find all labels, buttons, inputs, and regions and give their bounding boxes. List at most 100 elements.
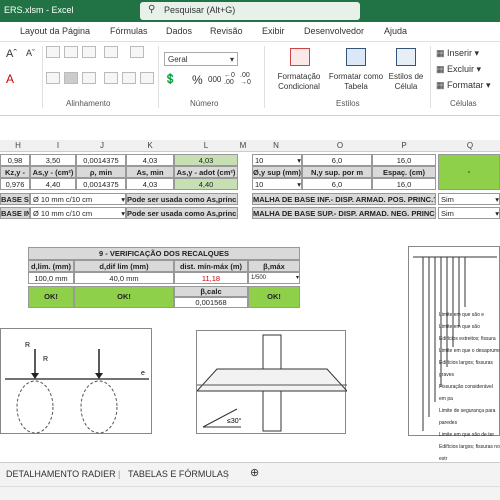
col-header[interactable]: Q (460, 141, 480, 150)
beta-calc-label: β,calc (174, 286, 248, 297)
format-table-icon[interactable] (346, 48, 366, 66)
cell-j2: ρ, min (76, 166, 126, 178)
number-format-select[interactable]: Geral ▾ (164, 52, 238, 66)
ok-1: OK! (28, 286, 74, 308)
cond-format-button[interactable]: Formatação Condicional (272, 72, 326, 92)
tab-detalhamento-radier[interactable]: DETALHAMENTO RADIER (6, 469, 116, 479)
base-sup-note: Pode ser usada como As,princ. (126, 193, 238, 205)
cell-h3[interactable]: 0,976 (0, 178, 30, 190)
col-header[interactable]: L (196, 141, 216, 150)
window-title: ERS.xlsm - Excel (4, 5, 74, 15)
cell-q-result[interactable]: - (438, 154, 500, 190)
col-header[interactable]: N (266, 141, 286, 150)
align-right-icon[interactable] (82, 72, 96, 84)
malha-sup-select[interactable]: Sim ▾ (438, 207, 500, 219)
decimal-decrease-icon[interactable]: .00 →0 (240, 72, 251, 86)
search-icon: ⚲ (148, 4, 156, 15)
align-top-icon[interactable] (46, 46, 60, 58)
group-estilos: Estilos (336, 99, 360, 108)
insert-button[interactable]: ▦ Inserir ▾ (436, 48, 479, 59)
cell-h1[interactable]: 0,98 (0, 154, 30, 166)
cell-l1[interactable]: 4,03 (174, 154, 238, 166)
settle-label: e (141, 370, 145, 377)
font-size-down-icon[interactable]: Aˇ (26, 48, 35, 58)
verif-v1[interactable]: 100,0 mm (28, 272, 74, 284)
percent-icon[interactable]: % (192, 73, 203, 87)
phi-sup-select[interactable]: 10 ▾ (252, 154, 302, 166)
cell-o2: N,y sup. por m (302, 166, 372, 178)
format-button[interactable]: ▦ Formatar ▾ (436, 80, 491, 91)
align-middle-icon[interactable] (64, 46, 78, 58)
verif-h1: d,lim. (mm) (28, 260, 74, 272)
col-header[interactable]: M (238, 141, 248, 150)
font-color-icon[interactable]: A (6, 72, 14, 86)
cell-p1[interactable]: 16,0 (372, 154, 436, 166)
cell-l3[interactable]: 4,40 (174, 178, 238, 190)
menu-exibir[interactable]: Exibir (262, 26, 285, 36)
menu-desenvolvedor[interactable]: Desenvolvedor (304, 26, 364, 36)
group-alinhamento: Alinhamento (66, 99, 111, 108)
base-inf-note: Pode ser usada como As,princ. (126, 207, 238, 219)
orientation-icon[interactable] (104, 46, 118, 58)
thousands-icon[interactable]: 000 (208, 75, 221, 84)
delete-button[interactable]: ▦ Excluir ▾ (436, 64, 481, 75)
cell-o1[interactable]: 6,0 (302, 154, 372, 166)
conditional-format-icon[interactable] (290, 48, 310, 66)
column-headers: H I J K L M N O P Q (0, 140, 500, 152)
col-header[interactable]: O (330, 141, 350, 150)
verif-v3[interactable]: 11,18 (174, 272, 248, 284)
font-size-icon[interactable]: Aˆ (6, 48, 17, 60)
verif-h3: dist. mín-máx (m) (174, 260, 248, 272)
force-label-2: R (43, 356, 48, 363)
ribbon: Aˆ Aˇ A Alinhamento Geral ▾ 💲 % 000 ←0.00… (0, 42, 500, 116)
cell-k3[interactable]: 4,03 (126, 178, 174, 190)
col-header[interactable]: I (48, 141, 68, 150)
cell-n2: Ø,y sup (mm) (252, 166, 302, 178)
format-table-button[interactable]: Formatar como Tabela (328, 72, 384, 92)
cell-j3[interactable]: 0,0014375 (76, 178, 126, 190)
menu-layout[interactable]: Layout da Página (20, 26, 90, 36)
align-center-icon[interactable] (64, 72, 78, 84)
cell-styles-icon[interactable] (396, 48, 416, 66)
add-sheet-icon[interactable]: ⊕ (250, 466, 259, 479)
indent-decrease-icon[interactable] (104, 72, 118, 84)
cell-j1[interactable]: 0,0014375 (76, 154, 126, 166)
cell-p3[interactable]: 16,0 (372, 178, 436, 190)
col-header[interactable]: H (8, 141, 28, 150)
align-bottom-icon[interactable] (82, 46, 96, 58)
merge-center-icon[interactable] (140, 72, 154, 84)
decimal-increase-icon[interactable]: ←0.00 (224, 72, 235, 86)
cell-i2: As,y - (cm²) (30, 166, 76, 178)
col-header[interactable]: P (394, 141, 414, 150)
cell-i3[interactable]: 4,40 (30, 178, 76, 190)
cell-h2: Kz,y - (0, 166, 30, 178)
align-left-icon[interactable] (46, 72, 60, 84)
indent-increase-icon[interactable] (122, 72, 136, 84)
tab-tabelas-formulas[interactable]: TABELAS E FÓRMULAS (128, 469, 229, 479)
cell-k1[interactable]: 4,03 (126, 154, 174, 166)
verif-v2[interactable]: 40,0 mm (74, 272, 174, 284)
malha-inf-select[interactable]: Sim ▾ (438, 193, 500, 205)
col-header[interactable]: J (92, 141, 112, 150)
verif-h2: d,dif lim (mm) (74, 260, 174, 272)
phi-inf-select[interactable]: 10 ▾ (252, 178, 302, 190)
col-header[interactable]: K (140, 141, 160, 150)
base-sup-select[interactable]: Ø 10 mm c/10 cm ▾ (30, 193, 126, 205)
force-label-1: R (25, 342, 30, 349)
menu-revisao[interactable]: Revisão (210, 26, 243, 36)
beta-calc-value[interactable]: 0,001568 (174, 297, 248, 308)
menu-ajuda[interactable]: Ajuda (384, 26, 407, 36)
damage-labels: Limite em que são e Limite em que são Ed… (439, 312, 500, 462)
cell-o3[interactable]: 6,0 (302, 178, 372, 190)
search-box[interactable]: ⚲ Pesquisar (Alt+G) (140, 2, 360, 20)
title-bar: ERS.xlsm - Excel ⚲ Pesquisar (Alt+G) (0, 0, 500, 22)
base-inf-select[interactable]: Ø 10 mm c/10 cm ▾ (30, 207, 126, 219)
beta-select[interactable]: 1/500 ▾ (248, 272, 300, 284)
cell-i1[interactable]: 3,50 (30, 154, 76, 166)
cell-styles-button[interactable]: Estilos de Célula (386, 72, 426, 92)
status-bar (0, 486, 500, 500)
wrap-text-icon[interactable] (130, 46, 144, 58)
menu-formulas[interactable]: Fórmulas (110, 26, 148, 36)
menu-dados[interactable]: Dados (166, 26, 192, 36)
currency-icon[interactable]: 💲 (164, 74, 176, 85)
